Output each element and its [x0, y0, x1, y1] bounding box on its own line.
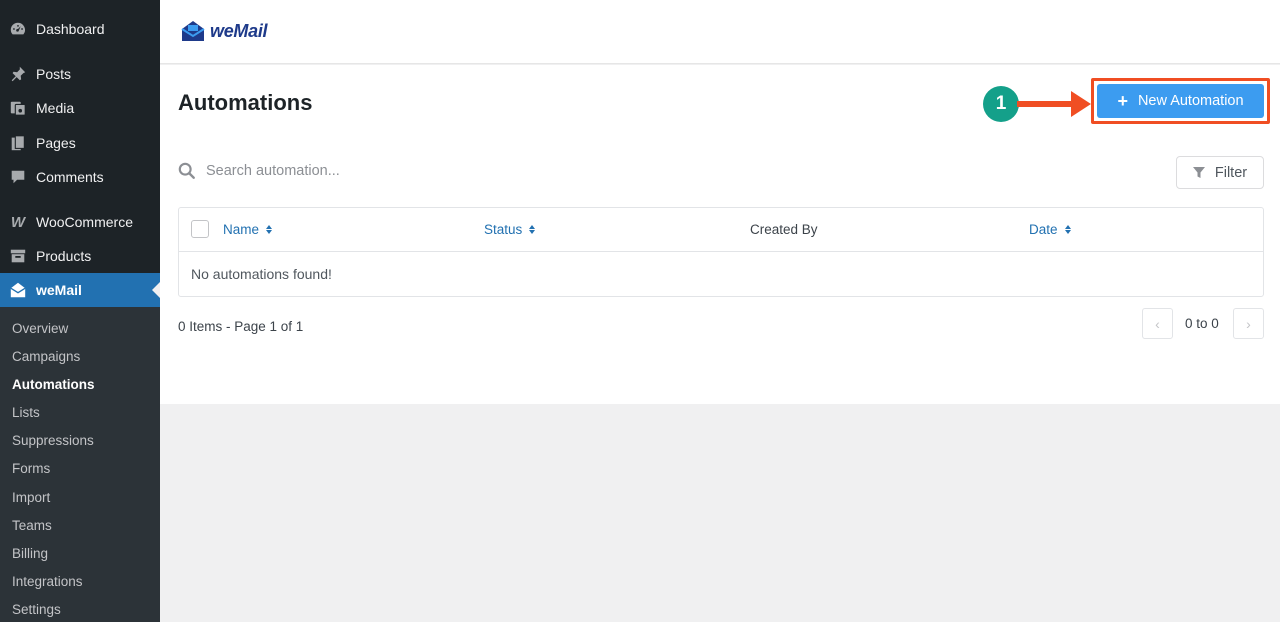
column-header-date[interactable]: Date: [1029, 222, 1071, 237]
plus-icon: +: [1117, 91, 1128, 111]
column-header-name[interactable]: Name: [223, 222, 273, 237]
next-page-button[interactable]: ›: [1233, 308, 1264, 339]
submenu-suppressions[interactable]: Suppressions: [12, 433, 94, 448]
column-label: Date: [1029, 222, 1058, 237]
column-label: Status: [484, 222, 523, 237]
wemail-submenu: Overview Campaigns Automations Lists Sup…: [0, 307, 160, 622]
app-header: weMail: [160, 0, 1280, 64]
sort-icon: [1064, 225, 1071, 234]
submenu-lists[interactable]: Lists: [12, 405, 40, 420]
menu-label: Comments: [36, 169, 104, 185]
submenu-campaigns[interactable]: Campaigns: [12, 349, 80, 364]
archive-icon: [8, 246, 28, 266]
empty-message: No automations found!: [191, 266, 332, 282]
select-all-checkbox[interactable]: [191, 220, 209, 238]
submenu-settings[interactable]: Settings: [12, 602, 61, 617]
menu-item-dashboard[interactable]: Dashboard: [0, 12, 160, 46]
column-label: Created By: [750, 222, 818, 237]
table-header: Name Status Created By Date: [179, 208, 1263, 252]
pagination-range: 0 to 0: [1185, 316, 1219, 331]
automations-table: Name Status Created By Date No automatio…: [178, 207, 1264, 297]
column-header-created-by: Created By: [750, 222, 818, 237]
logo-text: weMail: [210, 20, 268, 41]
menu-item-woocommerce[interactable]: W WooCommerce: [0, 205, 160, 239]
submenu-import[interactable]: Import: [12, 490, 50, 505]
submenu-automations[interactable]: Automations: [12, 377, 95, 392]
menu-label: Posts: [36, 66, 72, 82]
menu-label: weMail: [36, 282, 82, 298]
menu-label: WooCommerce: [36, 214, 133, 230]
filter-icon: [1192, 166, 1205, 178]
column-label: Name: [223, 222, 260, 237]
submenu-teams[interactable]: Teams: [12, 518, 52, 533]
prev-page-button[interactable]: ‹: [1142, 308, 1173, 339]
envelope-icon: [8, 280, 28, 300]
menu-label: Media: [36, 100, 75, 116]
menu-item-products[interactable]: Products: [0, 239, 160, 273]
menu-label: Pages: [36, 135, 76, 151]
admin-sidebar: Dashboard Posts Media Pages Comments W W…: [0, 0, 160, 622]
woocommerce-icon: W: [10, 213, 26, 231]
submenu-overview[interactable]: Overview: [12, 321, 68, 336]
new-automation-highlight: + New Automation: [1091, 78, 1270, 124]
sort-icon: [266, 225, 273, 234]
page-title: Automations: [178, 90, 313, 115]
menu-item-wemail[interactable]: weMail: [0, 273, 160, 307]
search-box: [178, 162, 578, 180]
menu-label: Dashboard: [36, 21, 105, 37]
menu-item-media[interactable]: Media: [0, 91, 160, 125]
submenu-billing[interactable]: Billing: [12, 546, 48, 561]
filter-button[interactable]: Filter: [1176, 156, 1264, 189]
wemail-logo[interactable]: weMail: [180, 18, 268, 44]
submenu-forms[interactable]: Forms: [12, 461, 50, 476]
search-input[interactable]: [206, 163, 506, 179]
submenu-integrations[interactable]: Integrations: [12, 574, 83, 589]
menu-item-pages[interactable]: Pages: [0, 126, 160, 160]
pagination-summary: 0 Items - Page 1 of 1: [178, 319, 304, 334]
filter-label: Filter: [1214, 164, 1248, 181]
active-indicator: [152, 282, 160, 298]
logo-envelope-icon: [181, 21, 205, 41]
step-badge: 1: [983, 86, 1019, 122]
new-automation-label: New Automation: [1137, 93, 1244, 109]
sort-icon: [529, 225, 536, 234]
pin-icon: [8, 64, 28, 84]
comment-icon: [8, 167, 28, 187]
menu-item-posts[interactable]: Posts: [0, 57, 160, 91]
column-header-status[interactable]: Status: [484, 222, 536, 237]
dashboard-icon: [8, 19, 28, 39]
menu-item-comments[interactable]: Comments: [0, 160, 160, 194]
pointer-arrow-icon: [1017, 91, 1091, 117]
search-icon: [178, 162, 195, 179]
new-automation-button[interactable]: + New Automation: [1097, 84, 1264, 118]
media-icon: [8, 98, 28, 118]
pages-icon: [8, 133, 28, 153]
main-content: Automations 1 + New Automation Filter Na…: [160, 65, 1280, 404]
menu-label: Products: [36, 248, 92, 264]
